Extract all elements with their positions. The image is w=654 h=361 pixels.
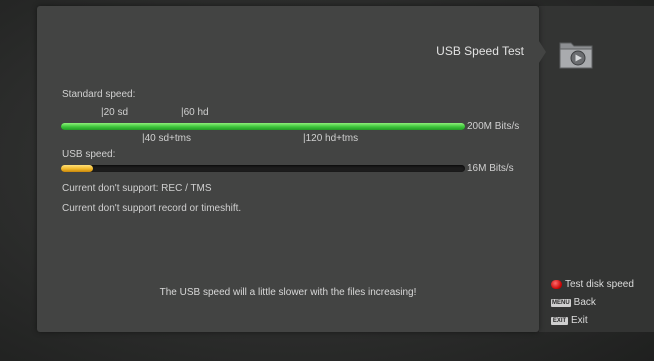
tick-60-hd: |60 hd [181,107,209,118]
test-disk-speed-hint[interactable]: Test disk speed [551,279,634,290]
usb-speed-fill [61,165,93,172]
tick-40-sd-tms: |40 sd+tms [142,133,192,144]
back-label: Back [573,297,596,308]
usb-speed-bar [61,165,465,172]
tick-120-hd-tms: |120 hd+tms [303,133,359,144]
support-message-2: Current don't support record or timeshif… [62,203,242,214]
speed-note: The USB speed will a little slower with … [159,287,417,298]
standard-speed-bar [61,123,465,130]
back-hint[interactable]: MENU Back [551,297,596,308]
exit-hint[interactable]: EXIT Exit [551,315,588,326]
usb-speed-value: 16M Bits/s [467,163,514,174]
support-message-1: Current don't support: REC / TMS [62,183,212,194]
red-button-icon [551,280,562,289]
test-disk-speed-label: Test disk speed [565,279,634,290]
tick-20-sd: |20 sd [101,107,129,118]
media-folder-icon [559,42,593,69]
standard-speed-label: Standard speed: [62,89,136,100]
standard-speed-fill [61,123,465,130]
exit-label: Exit [571,315,588,326]
exit-key-icon: EXIT [551,316,568,325]
menu-key-icon: MENU [551,298,571,307]
standard-max-label: 200M Bits/s [467,121,520,132]
usb-speed-label: USB speed: [62,149,116,160]
page-title: USB Speed Test [436,44,524,58]
title-arrow [537,38,546,66]
